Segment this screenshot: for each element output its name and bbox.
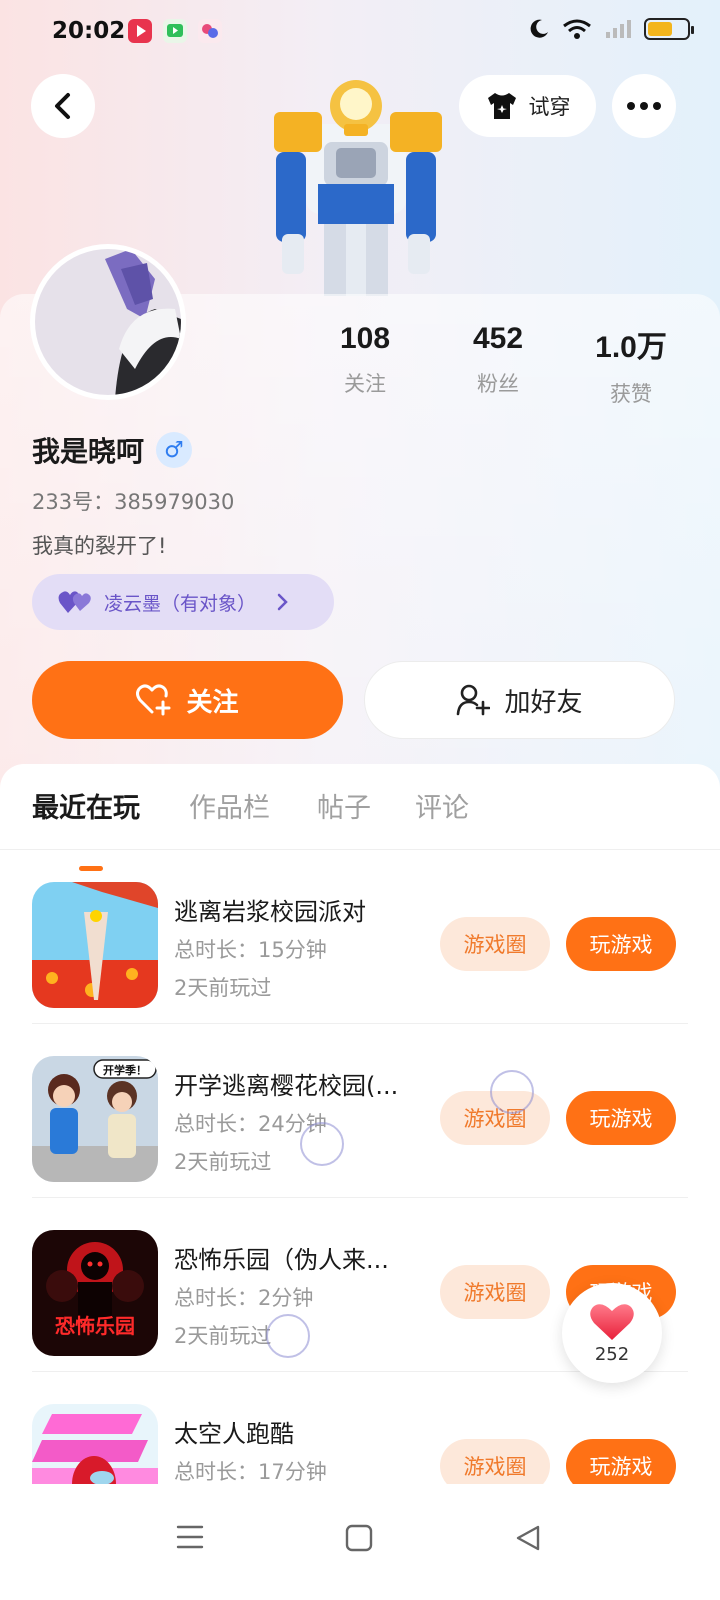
video-player-app-icon	[163, 19, 187, 43]
system-navigation-bar	[0, 1484, 720, 1600]
touch-indicator	[490, 1070, 534, 1114]
stat-following[interactable]: 108 关注	[305, 322, 425, 398]
name-row: 我是晓呵 ♂	[32, 430, 193, 470]
stat-label: 关注	[344, 372, 386, 396]
stat-value: 452	[472, 322, 524, 355]
status-icons	[528, 18, 694, 40]
back-arrow-icon	[55, 93, 70, 119]
game-icon	[32, 882, 158, 1008]
moon-icon	[530, 19, 548, 38]
add-user-icon	[457, 684, 491, 716]
tab-bar: 最近在玩 作品栏 帖子 评论	[0, 786, 720, 871]
game-title: 逃离岩浆校园派对	[174, 898, 366, 926]
user-name: 我是晓呵	[32, 435, 145, 468]
game-icon-badge-text: 开学季！	[103, 1064, 147, 1077]
tshirt-icon	[487, 93, 516, 119]
heart-plus-icon	[136, 684, 171, 716]
wifi-icon	[563, 19, 591, 39]
more-icon	[627, 102, 661, 110]
signal-icon	[606, 20, 631, 38]
battery-icon	[644, 18, 694, 40]
play-game-button[interactable]: 玩游戏	[566, 917, 676, 971]
status-bar: 20:02	[0, 0, 720, 64]
user-bio: 我真的裂开了!	[32, 534, 167, 558]
tab-recent-games[interactable]: 最近在玩	[32, 786, 140, 825]
add-friend-button[interactable]: 加好友	[364, 661, 675, 739]
video-app-icon	[128, 19, 152, 43]
game-circle-button[interactable]: 游戏圈	[440, 917, 550, 971]
game-app-icon	[198, 19, 222, 43]
game-list-item[interactable]: 逃离岩浆校园派对 总时长：15分钟 2天前玩过 游戏圈 玩游戏	[0, 850, 720, 1024]
avatar[interactable]	[30, 244, 186, 400]
game-circle-button[interactable]: 游戏圈	[440, 1265, 550, 1319]
stat-label: 粉丝	[477, 372, 519, 396]
game-title: 开学逃离樱花校园(...	[174, 1072, 399, 1100]
game-title: 恐怖乐园（伪人来...	[174, 1246, 389, 1274]
back-button[interactable]	[31, 74, 95, 138]
avatar-image	[35, 249, 181, 395]
game-list-item[interactable]: 太空人跑酷 总时长：17分钟 游戏圈 玩游戏	[0, 1372, 720, 1484]
touch-indicator	[266, 1314, 310, 1358]
game-icon: 开学季！	[32, 1056, 158, 1182]
tab-posts[interactable]: 帖子	[317, 786, 371, 825]
more-button[interactable]	[612, 74, 676, 138]
heart-icon	[590, 1303, 634, 1340]
follow-label: 关注	[186, 687, 239, 718]
follow-button[interactable]: 关注	[32, 661, 343, 739]
couple-label: 凌云墨（有对象）	[104, 592, 257, 615]
like-count: 252	[594, 1343, 630, 1365]
tab-works[interactable]: 作品栏	[189, 786, 270, 825]
menu-nav-button[interactable]	[176, 1524, 204, 1554]
game-title: 太空人跑酷	[174, 1420, 294, 1448]
game-circle-button[interactable]: 游戏圈	[440, 1439, 550, 1484]
touch-indicator	[300, 1122, 344, 1166]
game-duration: 总时长：2分钟	[174, 1286, 314, 1310]
play-game-button[interactable]: 玩游戏	[566, 1091, 676, 1145]
game-icon	[32, 1404, 158, 1484]
game-last-played: 2天前玩过	[174, 1150, 272, 1174]
stat-label: 获赞	[610, 382, 652, 406]
game-duration: 总时长：17分钟	[174, 1460, 327, 1484]
double-heart-icon	[58, 591, 91, 613]
stat-followers[interactable]: 452 粉丝	[438, 322, 558, 398]
game-icon-logo-text: 恐怖乐园	[55, 1316, 135, 1338]
try-on-label: 试穿	[528, 95, 571, 119]
game-list-item[interactable]: 开学季！ 开学逃离樱花校园(... 总时长：24分钟 2天前玩过 游戏圈 玩游戏	[0, 1024, 720, 1198]
user-id: 233号：385979030	[32, 490, 235, 514]
stat-value: 1.0万	[595, 331, 667, 364]
square-home-icon	[345, 1524, 373, 1552]
game-last-played: 2天前玩过	[174, 976, 272, 1000]
game-last-played: 2天前玩过	[174, 1324, 272, 1348]
back-nav-button[interactable]	[514, 1524, 542, 1556]
game-icon: 恐怖乐园	[32, 1230, 158, 1356]
tab-comments[interactable]: 评论	[415, 786, 469, 825]
triangle-back-icon	[516, 1525, 540, 1551]
chevron-right-icon	[277, 593, 288, 611]
floating-like-button[interactable]: 252	[562, 1283, 662, 1383]
add-friend-label: 加好友	[504, 687, 583, 718]
game-duration: 总时长：15分钟	[174, 938, 327, 962]
male-gender-icon: ♂	[156, 432, 193, 468]
try-on-button[interactable]: 试穿	[459, 75, 596, 137]
stat-value: 108	[339, 322, 391, 355]
stat-likes[interactable]: 1.0万 获赞	[571, 322, 691, 408]
play-game-button[interactable]: 玩游戏	[566, 1439, 676, 1484]
menu-icon	[176, 1525, 204, 1549]
avatar-costume-figure	[266, 64, 446, 296]
status-time: 20:02	[52, 18, 126, 44]
home-nav-button[interactable]	[345, 1524, 373, 1556]
couple-relation-chip[interactable]: 凌云墨（有对象）	[32, 574, 334, 630]
